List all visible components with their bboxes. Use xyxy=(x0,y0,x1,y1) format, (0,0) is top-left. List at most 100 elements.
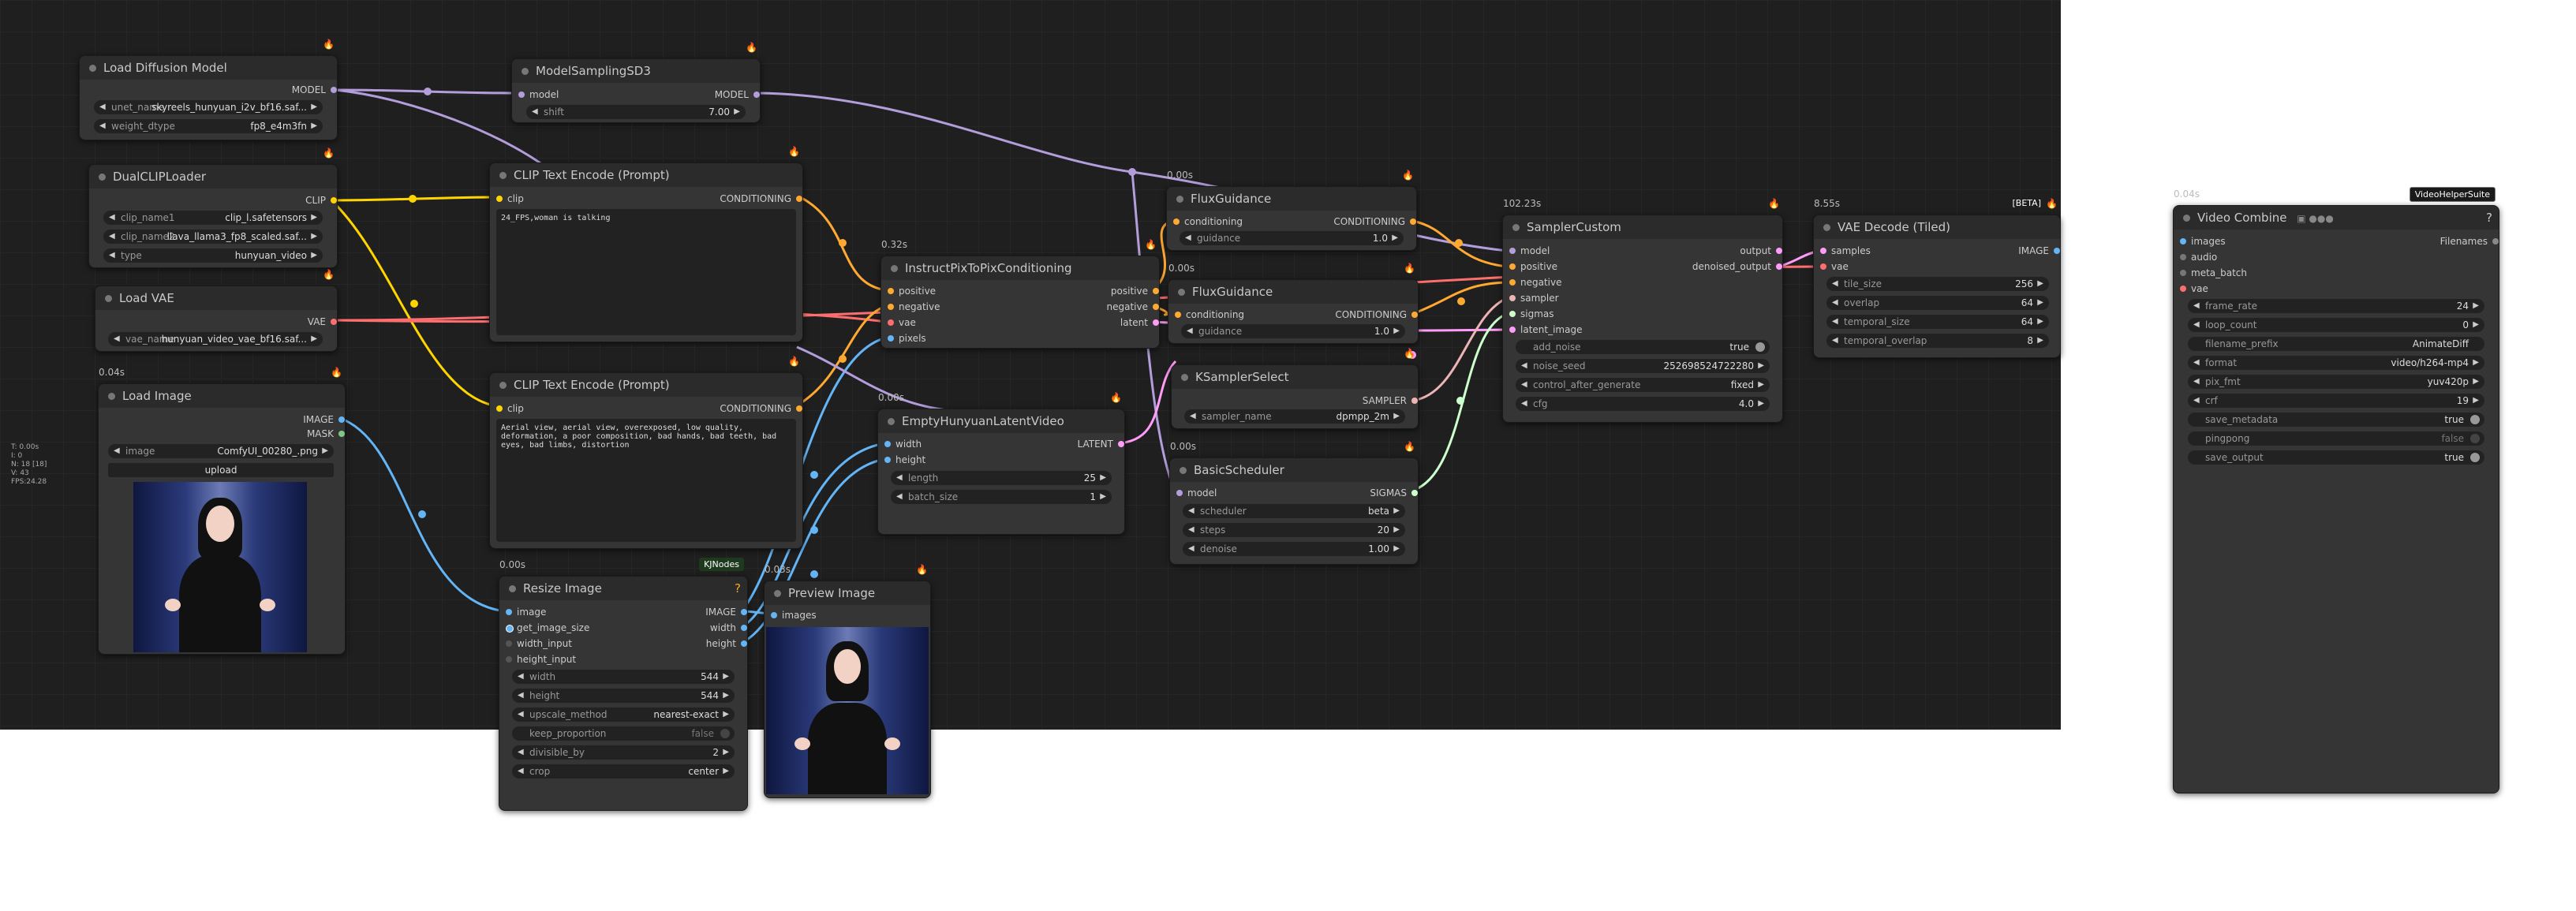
arrow-right-icon[interactable]: ▶ xyxy=(1392,231,1398,245)
node-title[interactable]: Load VAE xyxy=(95,286,337,310)
arrow-left-icon[interactable]: ◀ xyxy=(1521,359,1527,373)
widget-steps[interactable]: ◀ steps 20 ▶ xyxy=(1183,523,1405,537)
arrow-left-icon[interactable]: ◀ xyxy=(99,100,106,114)
node-load-diffusion-model[interactable]: 🔥 Load Diffusion Model MODEL ◀ unet_name s… xyxy=(79,39,338,140)
output-image[interactable]: IMAGE xyxy=(657,605,747,619)
arrow-right-icon[interactable]: ▶ xyxy=(723,708,729,722)
toggle-save-output[interactable]: save_output true xyxy=(2188,450,2484,465)
collapse-dot-icon[interactable] xyxy=(509,585,516,592)
input-height-input[interactable]: height_input xyxy=(506,652,576,666)
widget-vae-name[interactable]: ◀ vae_name hunyuan_video_vae_bf16.saf... ▶ xyxy=(108,332,323,346)
input-latent-image[interactable]: latent_image xyxy=(1509,323,1582,337)
node-dual-clip-loader[interactable]: 🔥 DualCLIPLoader CLIP ◀ clip_name1 clip_l.… xyxy=(88,147,338,268)
widget-clip-name2[interactable]: ◀ clip_name2 llava_llama3_fp8_scaled.saf..… xyxy=(103,230,323,244)
arrow-right-icon[interactable]: ▶ xyxy=(2473,299,2479,313)
arrow-left-icon[interactable]: ◀ xyxy=(896,490,903,504)
input-width[interactable]: width xyxy=(884,437,922,451)
collapse-dot-icon[interactable] xyxy=(99,174,106,181)
output-width[interactable]: width xyxy=(657,621,747,635)
widget-cfg[interactable]: ◀ cfg 4.0 ▶ xyxy=(1516,397,1770,411)
node-sampler-custom[interactable]: 102.23s 🔥 SamplerCustom model positive n… xyxy=(1502,198,1783,423)
upload-button[interactable]: upload xyxy=(108,463,334,477)
input-images[interactable]: images xyxy=(771,608,817,622)
arrow-right-icon[interactable]: ▶ xyxy=(2473,318,2479,332)
collapse-dot-icon[interactable] xyxy=(1823,224,1830,231)
input-vae[interactable]: vae xyxy=(888,315,916,330)
input-dot-icon[interactable] xyxy=(884,441,891,447)
arrow-left-icon[interactable]: ◀ xyxy=(518,764,524,778)
output-image[interactable]: IMAGE xyxy=(1970,244,2060,258)
input-dot-icon[interactable] xyxy=(1509,295,1516,301)
arrow-right-icon[interactable]: ▶ xyxy=(311,211,317,225)
collapse-dot-icon[interactable] xyxy=(108,393,115,400)
widget-guidance[interactable]: ◀ guidance 1.0 ▶ xyxy=(1180,231,1404,245)
widget-overlap[interactable]: ◀ overlap 64 ▶ xyxy=(1826,296,2049,310)
node-title[interactable]: VAE Decode (Tiled) xyxy=(1814,215,2060,239)
input-model[interactable]: model xyxy=(1509,244,1550,258)
output-dot-icon[interactable] xyxy=(2054,248,2060,254)
input-dot-icon[interactable] xyxy=(1173,218,1180,225)
output-latent[interactable]: latent xyxy=(1069,315,1159,330)
widget-tile-size[interactable]: ◀ tile_size 256 ▶ xyxy=(1826,277,2049,291)
help-icon[interactable]: ? xyxy=(2486,206,2492,230)
widget-crf[interactable]: ◀ crf 19 ▶ xyxy=(2188,394,2484,408)
output-output[interactable]: output xyxy=(1661,244,1782,258)
arrow-right-icon[interactable]: ▶ xyxy=(2037,296,2043,310)
output-dot-icon[interactable] xyxy=(1410,218,1416,225)
arrow-left-icon[interactable]: ◀ xyxy=(1185,231,1191,245)
input-dot-icon[interactable] xyxy=(1175,312,1181,318)
collapse-dot-icon[interactable] xyxy=(1178,289,1185,296)
output-dot-icon[interactable] xyxy=(741,609,747,615)
output-dot-icon[interactable] xyxy=(1411,398,1418,404)
node-title[interactable]: KSamplerSelect xyxy=(1172,365,1418,389)
output-dot-icon[interactable] xyxy=(741,640,747,647)
input-sampler[interactable]: sampler xyxy=(1509,291,1559,305)
input-dot-icon[interactable] xyxy=(1176,490,1183,496)
toggle-knob-icon[interactable] xyxy=(1755,342,1765,352)
input-dot-icon[interactable] xyxy=(888,335,894,342)
output-negative[interactable]: negative xyxy=(1069,300,1159,314)
arrow-right-icon[interactable]: ▶ xyxy=(723,764,729,778)
input-images[interactable]: images xyxy=(2180,234,2226,248)
arrow-left-icon[interactable]: ◀ xyxy=(2193,375,2200,389)
output-conditioning[interactable]: CONDITIONING xyxy=(665,401,802,416)
node-title[interactable]: CLIP Text Encode (Prompt) xyxy=(490,373,802,397)
arrow-right-icon[interactable]: ▶ xyxy=(1393,504,1400,518)
input-height[interactable]: height xyxy=(884,453,925,467)
output-dot-icon[interactable] xyxy=(2492,238,2499,245)
arrow-right-icon[interactable]: ▶ xyxy=(2037,334,2043,348)
input-dot-icon[interactable] xyxy=(888,319,894,326)
arrow-right-icon[interactable]: ▶ xyxy=(1393,523,1400,537)
collapse-dot-icon[interactable] xyxy=(1512,224,1520,231)
input-model[interactable]: model xyxy=(1176,486,1217,500)
input-dot-icon[interactable] xyxy=(506,625,514,633)
output-vae[interactable]: VAE xyxy=(231,315,337,329)
output-denoised-output[interactable]: denoised_output xyxy=(1661,259,1782,274)
arrow-left-icon[interactable]: ◀ xyxy=(518,689,524,703)
input-pixels[interactable]: pixels xyxy=(888,331,926,345)
output-dot-icon[interactable] xyxy=(338,416,345,423)
node-basic-scheduler[interactable]: 0.00s 🔥 BasicScheduler model SIGMAS ◀ sch… xyxy=(1169,441,1419,565)
toggle-knob-icon[interactable] xyxy=(2470,434,2480,443)
output-dot-icon[interactable] xyxy=(753,91,760,98)
arrow-right-icon[interactable]: ▶ xyxy=(1758,359,1764,373)
arrow-left-icon[interactable]: ◀ xyxy=(518,708,524,722)
output-conditioning[interactable]: CONDITIONING xyxy=(1281,308,1418,322)
widget-type[interactable]: ◀ type hunyuan_video ▶ xyxy=(103,248,323,263)
arrow-left-icon[interactable]: ◀ xyxy=(1832,277,1838,291)
widget-temporal-overlap[interactable]: ◀ temporal_overlap 8 ▶ xyxy=(1826,334,2049,348)
arrow-left-icon[interactable]: ◀ xyxy=(1832,296,1838,310)
input-dot-icon[interactable] xyxy=(884,457,891,463)
arrow-right-icon[interactable]: ▶ xyxy=(311,332,317,346)
arrow-left-icon[interactable]: ◀ xyxy=(1832,315,1838,329)
input-image[interactable]: image xyxy=(506,605,546,619)
input-positive[interactable]: positive xyxy=(888,284,936,298)
input-clip[interactable]: clip xyxy=(496,401,524,416)
widget-batch-size[interactable]: ◀ batch_size 1 ▶ xyxy=(891,490,1112,504)
node-title[interactable]: InstructPixToPixConditioning xyxy=(881,256,1159,280)
output-dot-icon[interactable] xyxy=(1153,319,1159,326)
arrow-right-icon[interactable]: ▶ xyxy=(2037,277,2043,291)
arrow-left-icon[interactable]: ◀ xyxy=(1188,542,1195,556)
arrow-right-icon[interactable]: ▶ xyxy=(2473,356,2479,370)
collapse-dot-icon[interactable] xyxy=(499,172,507,179)
